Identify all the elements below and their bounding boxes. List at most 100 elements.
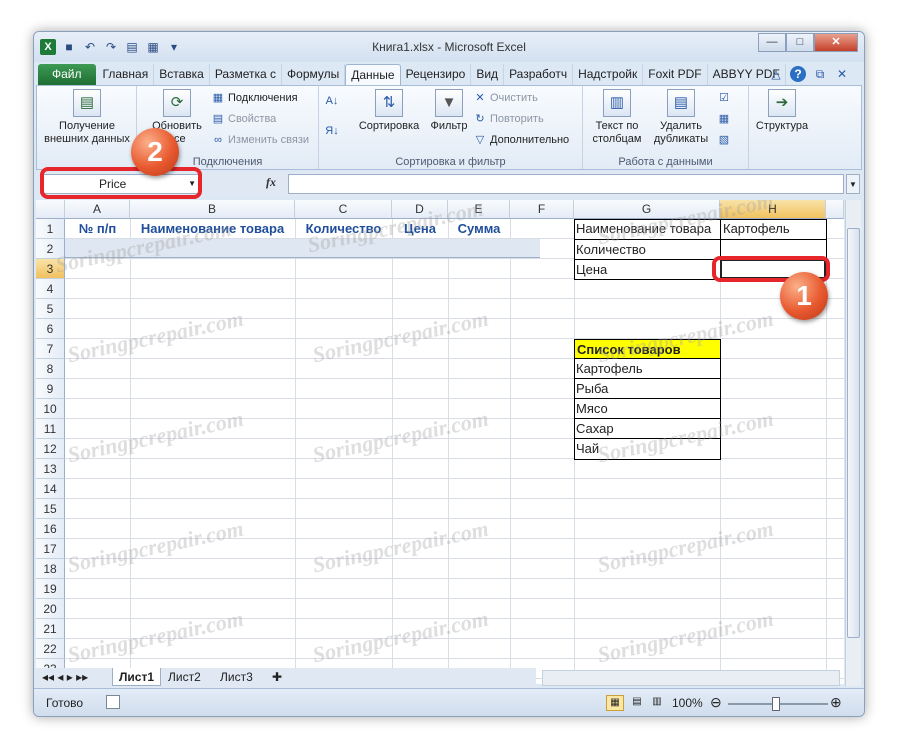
horizontal-scrollbar[interactable]	[542, 670, 840, 686]
zoom-level[interactable]: 100%	[672, 696, 703, 710]
row-header[interactable]: 20	[36, 599, 65, 619]
row-header[interactable]: 19	[36, 579, 65, 599]
advanced-button[interactable]: ▽ Дополнительно	[473, 131, 569, 149]
reapply-button[interactable]: ↻ Повторить	[473, 110, 543, 128]
column-header-c[interactable]: C	[295, 200, 392, 219]
column-header-extra[interactable]	[826, 200, 844, 219]
row-header[interactable]: 7	[36, 339, 65, 359]
row-header[interactable]: 18	[36, 559, 65, 579]
column-header-b[interactable]: B	[130, 200, 295, 219]
tab-formulas[interactable]: Формулы	[282, 64, 346, 85]
row-header[interactable]: 6	[36, 319, 65, 339]
row-header[interactable]: 10	[36, 399, 65, 419]
cell-g9[interactable]: Рыба	[574, 379, 720, 399]
macro-record-icon[interactable]	[106, 695, 120, 709]
column-header-a[interactable]: A	[65, 200, 130, 219]
zoom-in-icon[interactable]: ⊕	[830, 694, 842, 711]
close-workbook-icon[interactable]: ✕	[834, 66, 850, 82]
minimize-ribbon-icon[interactable]: △	[768, 66, 784, 82]
close-button[interactable]: ✕	[814, 33, 858, 52]
cell-g2[interactable]: Количество	[574, 239, 720, 259]
cell-g11[interactable]: Сахар	[574, 419, 720, 439]
sort-az-button[interactable]: A↓	[325, 92, 342, 110]
cell-g8[interactable]: Картофель	[574, 359, 720, 379]
filter-button[interactable]: ▼ Фильтр	[427, 89, 471, 133]
column-header-g[interactable]: G	[574, 200, 720, 219]
insert-function-icon[interactable]: fx	[266, 175, 276, 190]
row-header[interactable]: 15	[36, 499, 65, 519]
vertical-scrollbar[interactable]	[845, 200, 861, 686]
sheet-tab-2[interactable]: Лист2	[162, 668, 207, 686]
zoom-out-icon[interactable]: ⊖	[710, 694, 722, 711]
row-header[interactable]: 12	[36, 439, 65, 459]
row-header[interactable]: 16	[36, 519, 65, 539]
row-header[interactable]: 8	[36, 359, 65, 379]
row-header[interactable]: 17	[36, 539, 65, 559]
help-icon[interactable]: ?	[790, 66, 806, 82]
selected-range-a2-e2[interactable]	[65, 239, 540, 258]
cell-g10[interactable]: Мясо	[574, 399, 720, 419]
outline-button[interactable]: ➔ Структура	[751, 89, 813, 133]
what-if-button[interactable]: ▧	[717, 131, 734, 149]
sort-za-button[interactable]: Я↓	[325, 122, 342, 140]
row-header[interactable]: 9	[36, 379, 65, 399]
page-layout-view-icon[interactable]: ▤	[628, 695, 646, 711]
page-break-view-icon[interactable]: ▥	[648, 695, 666, 711]
row-header[interactable]: 2	[36, 239, 65, 259]
consolidate-button[interactable]: ▦	[717, 110, 734, 128]
column-header-e[interactable]: E	[448, 200, 510, 219]
maximize-button[interactable]: □	[786, 33, 814, 52]
cell-g1[interactable]: Наименование товара	[574, 219, 720, 239]
row-header[interactable]: 21	[36, 619, 65, 639]
cell-b1[interactable]: Наименование товара	[130, 219, 295, 239]
row-header[interactable]: 22	[36, 639, 65, 659]
tab-foxit-pdf[interactable]: Foxit PDF	[643, 64, 708, 85]
tab-data[interactable]: Данные	[345, 64, 401, 85]
expand-formula-bar-icon[interactable]: ▼	[846, 174, 860, 194]
get-external-data-button[interactable]: ▤ Получение внешних данных	[41, 89, 133, 146]
sheet-nav-arrows-icon[interactable]: ◂◂ ◂ ▸ ▸▸	[36, 668, 94, 686]
sheet-tab-1[interactable]: Лист1	[112, 668, 162, 686]
cell-a1[interactable]: № п/п	[65, 219, 130, 239]
tab-home[interactable]: Главная	[98, 64, 155, 85]
edit-links-button[interactable]: ∞ Изменить связи	[211, 131, 309, 149]
column-header-h[interactable]: H	[720, 200, 826, 219]
normal-view-icon[interactable]: ▦	[606, 695, 624, 711]
row-header[interactable]: 4	[36, 279, 65, 299]
tab-view[interactable]: Вид	[471, 64, 505, 85]
column-header-d[interactable]: D	[392, 200, 448, 219]
minimize-button[interactable]: —	[758, 33, 786, 52]
tab-review[interactable]: Рецензиро	[401, 64, 472, 85]
tab-page-layout[interactable]: Разметка с	[210, 64, 283, 85]
select-all-corner[interactable]	[36, 200, 65, 219]
zoom-slider-thumb[interactable]	[772, 697, 780, 711]
cell-h1[interactable]: Картофель	[720, 219, 826, 239]
tab-file[interactable]: Файл	[38, 64, 96, 85]
cell-g3[interactable]: Цена	[574, 259, 720, 279]
row-header[interactable]: 14	[36, 479, 65, 499]
row-header[interactable]: 3	[36, 259, 65, 279]
vertical-scroll-thumb[interactable]	[847, 228, 860, 638]
row-header[interactable]: 11	[36, 419, 65, 439]
remove-duplicates-button[interactable]: ▤ Удалить дубликаты	[649, 89, 713, 146]
sort-button[interactable]: ⇅ Сортировка	[353, 89, 425, 133]
cell-d1[interactable]: Цена	[392, 219, 448, 239]
row-header[interactable]: 5	[36, 299, 65, 319]
tab-developer[interactable]: Разработч	[504, 64, 574, 85]
connections-button[interactable]: ▦ Подключения	[211, 89, 298, 107]
clear-button[interactable]: ✕ Очистить	[473, 89, 538, 107]
properties-button[interactable]: ▤ Свойства	[211, 110, 277, 128]
column-header-f[interactable]: F	[510, 200, 574, 219]
cell-g7[interactable]: Список товаров	[575, 340, 720, 359]
row-header[interactable]: 13	[36, 459, 65, 479]
tab-addins[interactable]: Надстройк	[573, 64, 644, 85]
tab-insert[interactable]: Вставка	[154, 64, 210, 85]
restore-window-icon[interactable]: ⧉	[812, 66, 828, 82]
cell-c1[interactable]: Количество	[295, 219, 392, 239]
data-validation-button[interactable]: ☑	[717, 89, 734, 107]
text-to-columns-button[interactable]: ▥ Текст по столбцам	[587, 89, 647, 146]
sheet-tab-3[interactable]: Лист3	[214, 668, 259, 686]
insert-sheet-icon[interactable]: ✚	[266, 668, 288, 686]
cell-g12[interactable]: Чай	[574, 439, 720, 459]
formula-input[interactable]	[288, 174, 844, 194]
